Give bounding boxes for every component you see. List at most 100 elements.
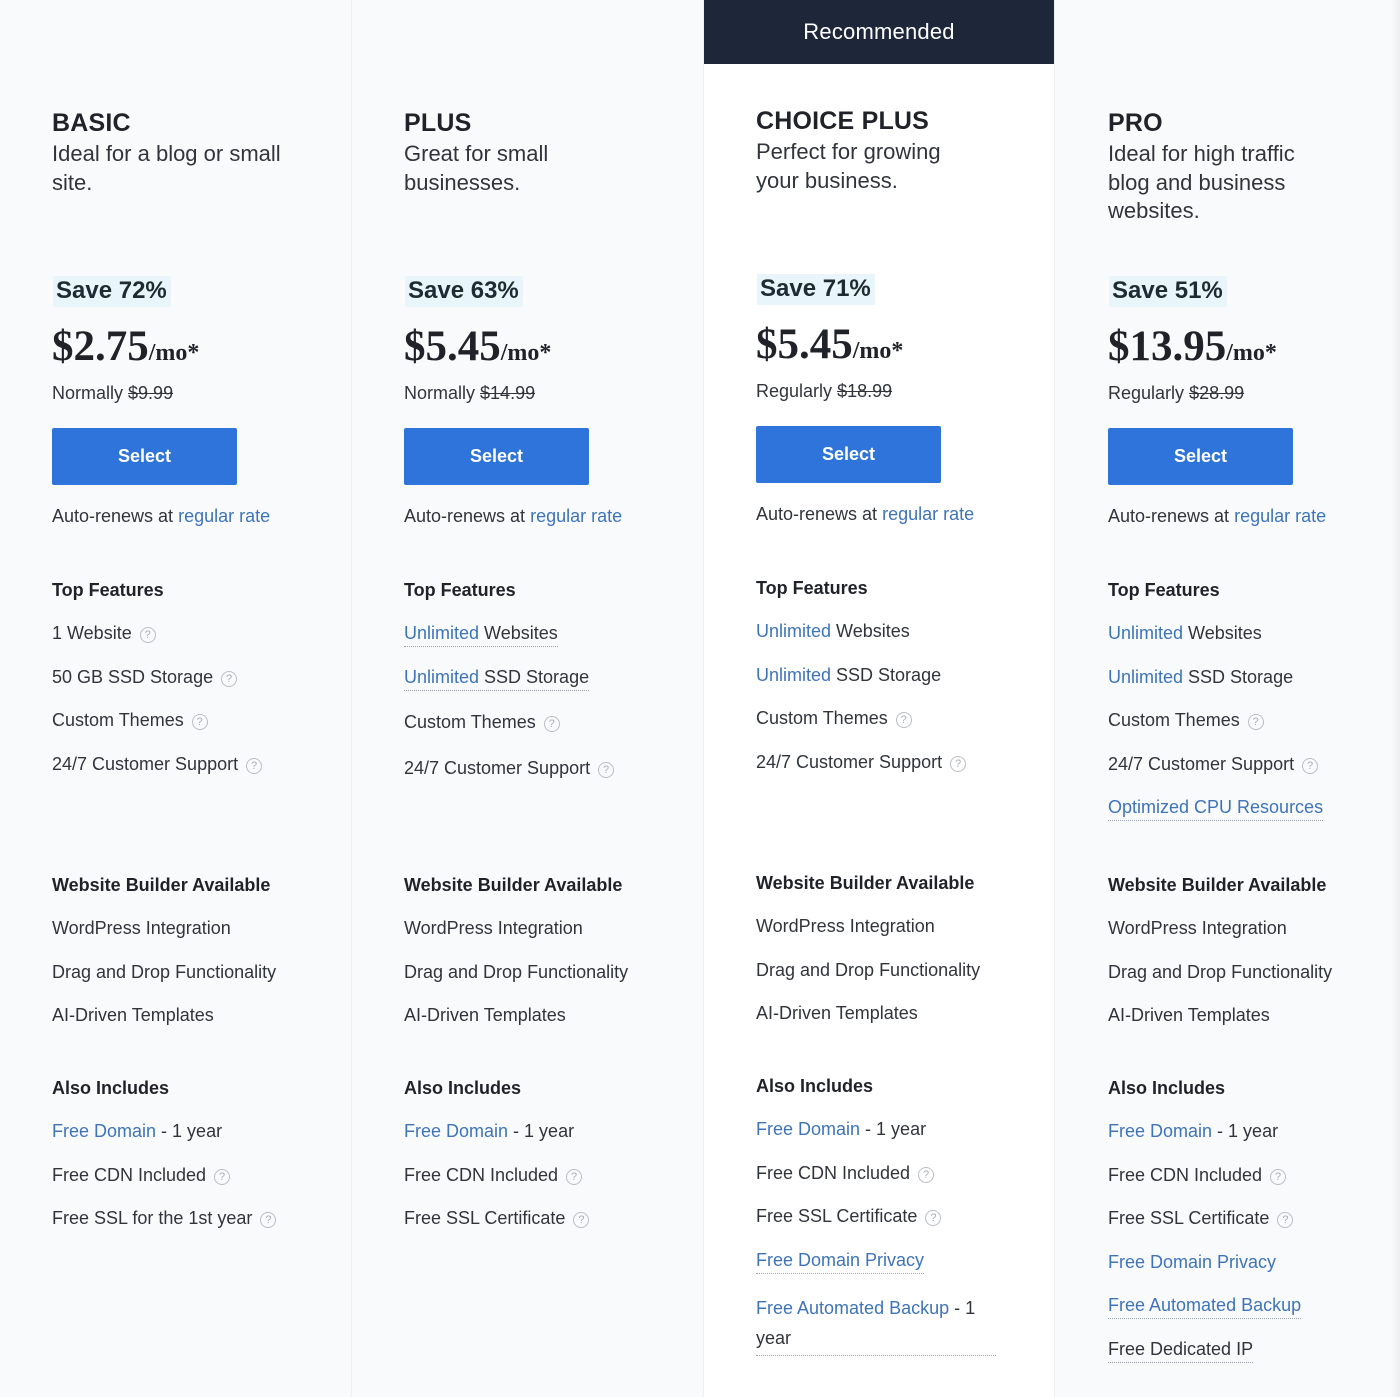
question-circle-icon[interactable]: ? [260,1212,277,1228]
builder-feature-item: WordPress Integration [756,916,935,936]
question-circle-icon[interactable]: ? [950,755,967,772]
included-label[interactable]: Free Domain - 1 year [1108,1121,1278,1142]
regular-rate-link[interactable]: regular rate [530,506,622,526]
price-period: /mo* [148,340,200,366]
question-circle-icon[interactable]: ? [598,761,615,778]
included-link[interactable]: Free Domain Privacy [756,1250,924,1270]
included-label[interactable]: Free Automated Backup [1108,1295,1302,1319]
regular-price: Regularly $28.99 [1108,383,1244,404]
included-label[interactable]: Free Domain Privacy [756,1250,925,1274]
feature-label[interactable]: Unlimited Websites [756,621,910,642]
builder-feature-item: WordPress Integration [52,918,231,938]
feature-item: Custom Themes? [756,708,1056,752]
feature-label[interactable]: Unlimited SSD Storage [756,665,941,686]
included-link[interactable]: Free Automated Backup [1108,1295,1301,1315]
feature-highlight-link[interactable]: Unlimited [1108,667,1183,687]
included-label[interactable]: Free Domain - 1 year [404,1121,574,1142]
select-button[interactable]: Select [756,426,941,483]
feature-highlight-link[interactable]: Unlimited [404,623,479,643]
feature-highlight-link[interactable]: Unlimited [1108,623,1183,643]
feature-item: 1 Website? [52,623,352,667]
feature-item: Unlimited Websites [1108,623,1400,667]
question-circle-icon[interactable]: ? [566,1168,583,1185]
feature-highlight-link[interactable]: Optimized CPU Resources [1108,797,1323,817]
plan-column-plus: PLUS Great for small businesses. Save 63% $… [352,0,704,1397]
included-label: Free Dedicated IP [1108,1339,1254,1363]
section-title: Top Features [756,578,868,598]
website-builder-section: Website Builder Available WordPress Integ… [1108,875,1400,1049]
select-button[interactable]: Select [1108,428,1293,485]
section-title: Website Builder Available [404,875,623,895]
included-item: Free Automated Backup - 1 year [756,1293,996,1356]
section-title: Top Features [404,580,516,600]
builder-feature-item: Drag and Drop Functionality [756,959,981,980]
feature-label[interactable]: Unlimited Websites [404,623,558,647]
plan-description: Ideal for a blog or small site. [52,141,281,195]
feature-text: SSD Storage [479,666,590,687]
regular-rate-link[interactable]: regular rate [178,506,270,526]
auto-renew-text: Auto-renews at [756,504,878,524]
feature-label: 50 GB SSD Storage [52,667,213,688]
feature-text: Custom Themes [1108,710,1240,730]
feature-text: Custom Themes [52,710,184,730]
feature-label[interactable]: Unlimited Websites [1108,623,1262,644]
website-builder-section: Website Builder Available WordPress Integ… [756,873,1056,1047]
feature-item: 50 GB SSD Storage? [52,667,352,711]
included-text: - 1 year [860,1119,927,1139]
included-label: Free SSL Certificate [1108,1208,1269,1229]
question-circle-icon[interactable]: ? [925,1210,942,1226]
question-circle-icon[interactable]: ? [214,1168,231,1185]
included-label[interactable]: Free Automated Backup - 1 year [756,1293,996,1356]
feature-text: Websites [1183,623,1262,643]
included-link[interactable]: Free Domain [1108,1121,1212,1141]
plan-column-choice-plus: Recommended CHOICE PLUS Perfect for growin… [704,0,1055,1397]
feature-label[interactable]: Unlimited SSD Storage [1108,667,1293,688]
plan-name: PLUS [404,109,472,137]
included-item: Free Domain Privacy [1108,1252,1400,1296]
feature-text: Custom Themes [404,712,536,732]
included-item: Free Domain - 1 year [756,1119,1056,1163]
feature-highlight-link[interactable]: Unlimited [404,667,479,687]
question-circle-icon[interactable]: ? [221,670,238,687]
question-circle-icon[interactable]: ? [1270,1168,1287,1185]
section-title: Also Includes [756,1076,874,1096]
select-button[interactable]: Select [52,428,237,485]
included-label[interactable]: Free Domain - 1 year [756,1119,926,1140]
section-title: Website Builder Available [52,875,271,895]
included-label[interactable]: Free Domain - 1 year [52,1121,222,1142]
auto-renew-note: Auto-renews at regular rate [756,504,974,525]
builder-feature-item: AI-Driven Templates [52,1005,214,1025]
feature-label: 24/7 Customer Support [756,752,942,773]
price-period: /mo* [852,338,904,364]
select-button[interactable]: Select [404,428,589,485]
feature-highlight-link[interactable]: Unlimited [756,621,831,641]
feature-highlight-link[interactable]: Unlimited [756,665,831,685]
regular-rate-link[interactable]: regular rate [882,504,974,524]
question-circle-icon[interactable]: ? [1277,1212,1294,1228]
price: $5.45/mo* [404,322,551,371]
regular-rate-link[interactable]: regular rate [1234,506,1326,526]
section-title: Also Includes [404,1078,522,1098]
included-link[interactable]: Free Domain [404,1121,508,1141]
feature-label[interactable]: Unlimited SSD Storage [404,666,590,691]
included-link[interactable]: Free Automated Backup [756,1298,949,1318]
feature-label[interactable]: Optimized CPU Resources [1108,797,1324,821]
included-item: Free Domain Privacy [756,1250,1056,1294]
question-circle-icon[interactable]: ? [573,1212,590,1228]
regular-price: Normally $9.99 [52,383,173,404]
included-label[interactable]: Free Domain Privacy [1108,1252,1276,1273]
question-circle-icon[interactable]: ? [1247,714,1264,730]
included-link[interactable]: Free Domain [52,1121,156,1141]
feature-item: Unlimited Websites [756,621,1056,665]
regular-price-value: $18.99 [837,381,893,401]
question-circle-icon[interactable]: ? [1302,757,1319,774]
included-link[interactable]: Free Domain [756,1119,860,1139]
question-circle-icon[interactable]: ? [895,712,912,728]
question-circle-icon[interactable]: ? [918,1166,935,1183]
included-link[interactable]: Free Domain Privacy [1108,1252,1276,1272]
question-circle-icon[interactable]: ? [246,757,263,774]
question-circle-icon[interactable]: ? [543,716,560,732]
question-circle-icon[interactable]: ? [139,627,156,643]
question-circle-icon[interactable]: ? [191,714,208,730]
included-item: Free SSL for the 1st year? [52,1208,352,1252]
